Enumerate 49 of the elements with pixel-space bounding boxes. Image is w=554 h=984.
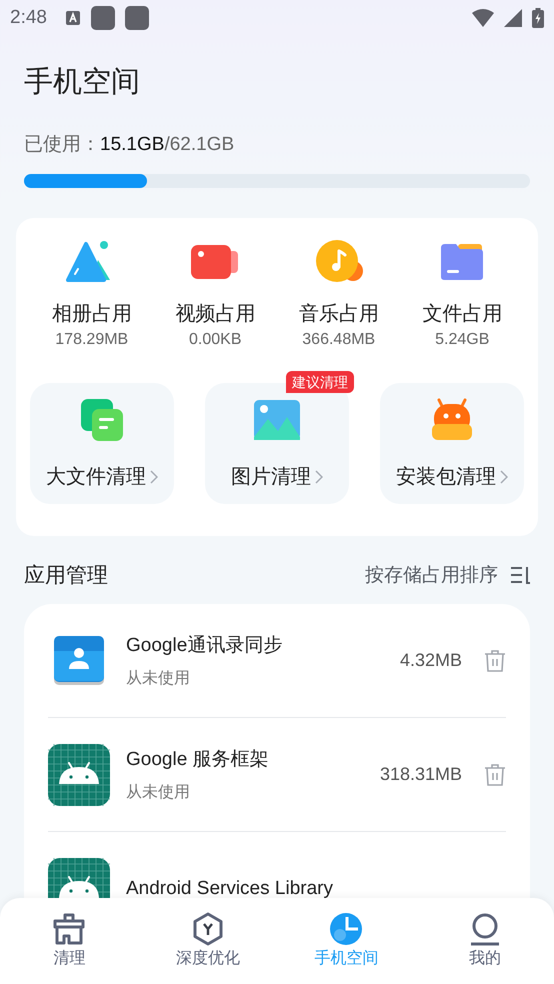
nav-tab[interactable]: 清理	[0, 898, 138, 984]
app-size: 4.32MB	[400, 650, 462, 671]
category-label: 相册占用	[52, 302, 132, 327]
notification-icon	[90, 6, 115, 30]
status-time: 2:48	[10, 7, 47, 29]
app-name: Google通讯录同步	[126, 634, 284, 658]
app-usage-status: 从未使用	[126, 782, 191, 803]
category-label: 视频占用	[175, 302, 256, 327]
category-size: 178.29MB	[55, 331, 128, 349]
android-app-icon	[48, 744, 110, 806]
category-size: 366.48MB	[302, 331, 376, 349]
app-name: Android Services Library	[126, 878, 334, 898]
usage-label: 已使用：	[24, 134, 100, 155]
category-label: 音乐占用	[298, 302, 379, 327]
sort-icon	[510, 566, 530, 584]
category-item[interactable]: 视频占用 0.00KB	[154, 238, 277, 349]
chevron-right-icon	[150, 470, 158, 484]
category-item[interactable]: 文件占用 5.24GB	[400, 238, 524, 349]
document-icon	[80, 397, 124, 443]
cleanup-tile[interactable]: 大文件清理	[30, 383, 174, 504]
sort-button[interactable]: 按存储占用排序	[365, 562, 530, 588]
chevron-right-icon	[315, 470, 323, 484]
category-item[interactable]: 音乐占用 366.48MB	[277, 238, 400, 349]
hexagon-icon	[190, 912, 225, 946]
app-size: 318.31MB	[380, 764, 462, 785]
wifi-icon	[472, 9, 494, 27]
nav-tab[interactable]: 深度优化	[138, 898, 277, 984]
notification-icon	[124, 6, 149, 30]
suggestion-badge: 建议清理	[286, 371, 354, 393]
app-usage-status: 从未使用	[126, 668, 191, 689]
signal-icon	[504, 9, 522, 27]
notification-icon	[64, 10, 81, 26]
nav-tab[interactable]: 我的	[416, 898, 554, 984]
battery-icon	[532, 8, 544, 28]
chevron-right-icon	[500, 470, 508, 484]
image-icon	[253, 397, 301, 443]
delete-icon[interactable]	[484, 648, 506, 672]
delete-icon[interactable]	[484, 762, 506, 786]
cleanup-tile[interactable]: 安装包清理	[380, 383, 524, 504]
page-title: 手机空间	[24, 65, 141, 100]
category-size: 0.00KB	[189, 331, 242, 349]
robot-icon	[431, 397, 473, 443]
app-name: Google 服务框架	[126, 748, 270, 772]
category-size: 5.24GB	[435, 331, 490, 349]
category-label: 文件占用	[422, 302, 502, 327]
usage-used: 15.1GB	[100, 134, 164, 155]
usage-total: /62.1GB	[164, 134, 234, 155]
section-title: 应用管理	[24, 563, 108, 589]
category-item[interactable]: 相册占用 178.29MB	[30, 238, 154, 349]
